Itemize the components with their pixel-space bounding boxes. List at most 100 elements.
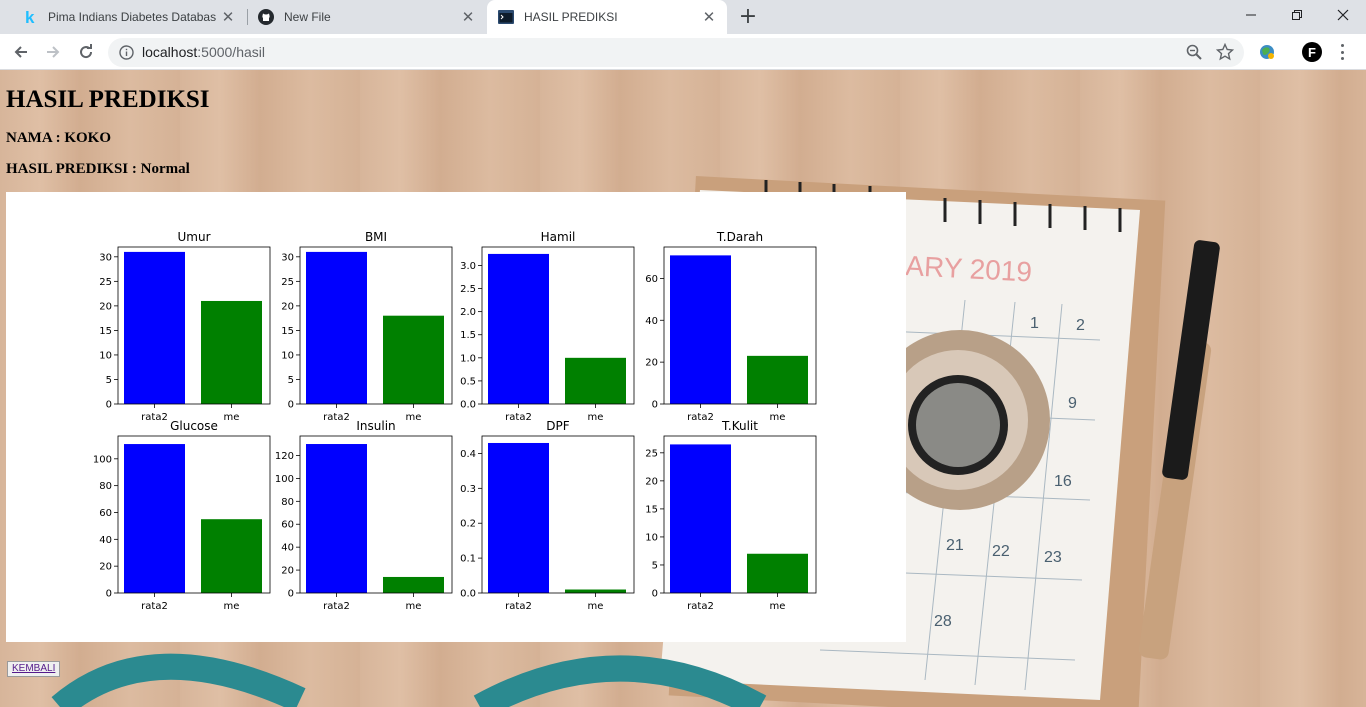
page-viewport: ARY 2019 1 2 9 16 23 22 21 28 HASIL PRED… [0,70,1366,707]
address-bar[interactable]: localhost:5000/hasil [108,38,1244,67]
chart-title-hamil: Hamil [541,230,576,244]
close-icon[interactable]: ✕ [456,8,480,26]
chart-title-insulin: Insulin [356,419,395,433]
y-tick-label-bmi: 0 [288,400,294,411]
y-tick-label-glucose: 20 [99,562,112,573]
close-window-button[interactable] [1320,0,1366,30]
svg-text:1: 1 [1030,315,1039,332]
reload-icon [80,44,93,59]
back-nav-button[interactable] [9,40,33,64]
y-tick-label-umur: 5 [106,375,112,386]
svg-text:23: 23 [1044,549,1062,566]
url-path: :5000/hasil [197,44,265,60]
info-icon[interactable] [119,45,134,60]
y-tick-label-hamil: 3.0 [460,261,476,272]
bar-insulin-rata2 [306,444,367,593]
restore-icon [1292,10,1302,20]
x-tick-label-hamil: me [588,412,604,423]
y-tick-label-insulin: 100 [275,474,294,485]
y-tick-label-t-darah: 40 [645,316,658,327]
svg-text:9: 9 [1068,395,1077,412]
minimize-button[interactable] [1228,0,1274,30]
x-tick-label-insulin: rata2 [323,601,350,612]
svg-text:2: 2 [1076,317,1085,334]
close-icon[interactable]: ✕ [697,8,721,26]
svg-text:k: k [25,9,35,25]
y-tick-label-umur: 0 [106,400,112,411]
y-tick-label-hamil: 2.5 [460,284,476,295]
new-tab-button[interactable]: + [736,4,760,30]
arrow-right-icon [47,46,60,58]
x-tick-label-glucose: me [224,601,240,612]
bar-hamil-rata2 [488,253,549,404]
y-tick-label-umur: 30 [99,252,112,263]
restore-button[interactable] [1274,0,1320,30]
bar-glucose-me [201,519,262,593]
chart-title-dpf: DPF [546,419,569,433]
tab-title: New File [284,10,331,24]
arrow-left-icon [14,46,27,58]
x-tick-label-umur: me [224,412,240,423]
tab-new-file[interactable]: New File ✕ [248,0,486,34]
forward-nav-button[interactable] [41,40,65,64]
svg-text:21: 21 [946,537,964,554]
y-tick-label-t-kulit: 0 [652,589,658,600]
svg-text:28: 28 [934,613,952,630]
y-tick-label-glucose: 60 [99,508,112,519]
bar-insulin-me [383,576,444,593]
browser-toolbar: localhost:5000/hasil F [0,34,1366,70]
x-tick-label-glucose: rata2 [141,601,168,612]
bar-umur-me [201,300,262,404]
back-button[interactable]: KEMBALI [7,661,61,677]
chart-title-umur: Umur [177,230,210,244]
y-tick-label-bmi: 25 [281,277,294,288]
y-tick-label-dpf: 0.0 [460,589,476,600]
zoom-out-icon[interactable] [1186,44,1202,60]
y-tick-label-dpf: 0.1 [460,554,476,565]
y-tick-label-bmi: 10 [281,350,294,361]
terminal-icon [498,9,514,25]
bar-dpf-rata2 [488,442,549,593]
y-tick-label-hamil: 0.5 [460,376,476,387]
browser-menu-button[interactable] [1336,42,1348,62]
y-tick-label-glucose: 80 [99,481,112,492]
tab-hasil-prediksi[interactable]: HASIL PREDIKSI ✕ [487,0,727,34]
y-tick-label-insulin: 120 [275,451,294,462]
bar-t-darah-rata2 [670,255,731,404]
minimize-icon [1246,14,1256,16]
x-tick-label-t-kulit: rata2 [687,601,714,612]
y-tick-label-insulin: 60 [281,520,294,531]
y-tick-label-hamil: 1.0 [460,353,476,364]
url-host: localhost [142,44,198,60]
y-tick-label-t-darah: 60 [645,274,658,285]
tab-title: HASIL PREDIKSI [524,10,618,24]
extension-icon[interactable] [1257,42,1277,62]
comparison-charts: Umur rata2 me 0 5 10 15 20 25 30 BMI rata2 me 0 5 10 15 2… [93,230,817,612]
x-tick-label-t-darah: rata2 [687,412,714,423]
y-tick-label-t-kulit: 25 [645,448,658,459]
svg-text:ARY 2019: ARY 2019 [905,250,1033,288]
close-icon[interactable]: ✕ [216,8,240,26]
x-tick-label-umur: rata2 [141,412,168,423]
bar-t-kulit-me [747,553,808,593]
reload-button[interactable] [74,40,98,64]
y-tick-label-umur: 20 [99,301,112,312]
chart-panel: Umur rata2 me 0 5 10 15 20 25 30 BMI rata2 me 0 5 10 15 2… [6,192,906,642]
url-text[interactable]: localhost:5000/hasil [142,44,265,60]
tab-pima-dataset[interactable]: k Pima Indians Diabetes Database | ✕ [0,0,246,34]
svg-text:22: 22 [992,543,1010,560]
y-tick-label-dpf: 0.3 [460,484,476,495]
y-tick-label-hamil: 1.5 [460,330,476,341]
x-tick-label-insulin: me [406,601,422,612]
bookmark-star-icon[interactable] [1216,43,1234,61]
chart-title-bmi: BMI [365,230,387,244]
y-tick-label-glucose: 40 [99,535,112,546]
profile-avatar[interactable]: F [1302,42,1322,62]
github-icon [258,9,274,25]
y-tick-label-umur: 10 [99,350,112,361]
close-icon [1337,9,1349,21]
y-tick-label-insulin: 0 [288,589,294,600]
y-tick-label-t-kulit: 15 [645,504,658,515]
y-tick-label-dpf: 0.4 [460,449,476,460]
y-tick-label-bmi: 5 [288,375,294,386]
